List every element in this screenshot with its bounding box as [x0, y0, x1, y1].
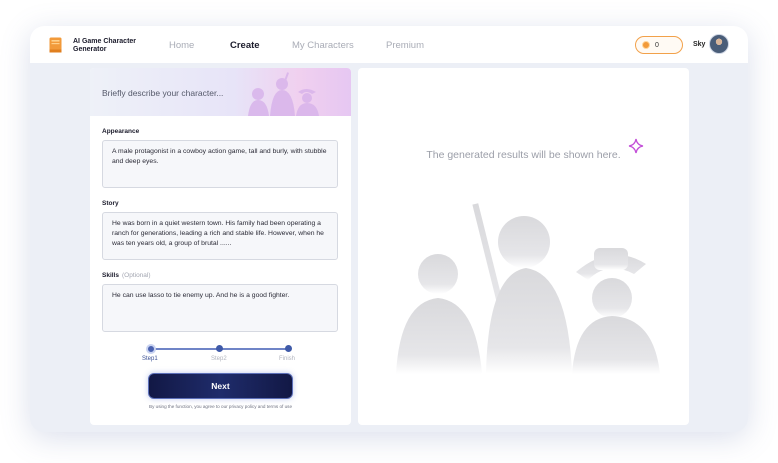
step-dot-1[interactable] — [146, 343, 156, 354]
character-form-panel: Briefly describe your character... Appea… — [90, 68, 351, 425]
story-label: Story — [102, 200, 119, 207]
describe-banner: Briefly describe your character... — [90, 68, 351, 116]
appearance-label: Appearance — [102, 128, 140, 135]
cowboy-silhouettes-icon — [248, 72, 319, 116]
nav-create[interactable]: Create — [230, 40, 260, 51]
coin-balance[interactable]: 0 — [635, 36, 683, 54]
step-dot-finish[interactable] — [285, 345, 292, 352]
top-bar: AI Game Character Generator Home Create … — [30, 26, 748, 63]
story-input[interactable]: He was born in a quiet western town. His… — [102, 212, 338, 260]
coin-count: 0 — [655, 41, 659, 49]
username[interactable]: Sky — [693, 41, 705, 48]
avatar[interactable] — [709, 34, 729, 54]
app-window: AI Game Character Generator Home Create … — [30, 26, 748, 432]
appearance-input[interactable]: A male protagonist in a cowboy action ga… — [102, 140, 338, 188]
step-label-2: Step2 — [211, 356, 227, 362]
coin-icon — [642, 41, 650, 49]
skills-label: Skills (Optional) — [102, 272, 151, 279]
nav-home[interactable]: Home — [169, 40, 194, 51]
sparkle-icon — [628, 138, 644, 154]
terms-notice: By using the function, you agree to our … — [149, 404, 292, 409]
next-button[interactable]: Next — [148, 373, 293, 399]
skills-label-text: Skills — [102, 272, 119, 279]
book-icon[interactable] — [49, 37, 62, 53]
optional-tag: (Optional) — [121, 272, 151, 279]
brand-title[interactable]: AI Game Character Generator — [73, 38, 153, 53]
banner-text: Briefly describe your character... — [102, 88, 224, 98]
results-panel: The generated results will be shown here… — [358, 68, 689, 425]
step-label-1: Step1 — [142, 356, 158, 362]
characters-silhouette-icon — [396, 203, 660, 374]
step-dot-2[interactable] — [216, 345, 223, 352]
nav-my-characters[interactable]: My Characters — [292, 40, 354, 51]
skills-input[interactable]: He can use lasso to tie enemy up. And he… — [102, 284, 338, 332]
nav-premium[interactable]: Premium — [386, 40, 424, 51]
step-label-finish: Finish — [279, 356, 296, 362]
